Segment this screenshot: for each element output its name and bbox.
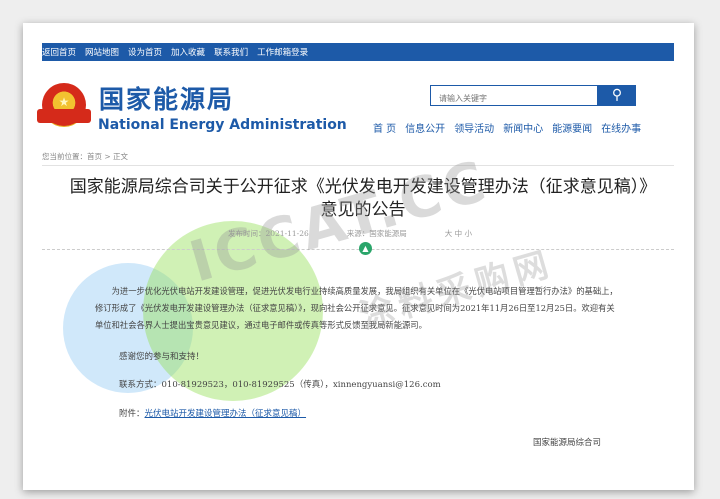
meta-divider — [42, 249, 674, 250]
nav-item-online-services[interactable]: 在线办事 — [601, 120, 641, 135]
article-body: 为进一步优化光伏电站开发建设管理，促进光伏发电行业持续高质量发展，我局组织有关单… — [95, 286, 618, 330]
search-button[interactable]: ⚲ — [598, 85, 636, 106]
chevron-up-icon[interactable]: ▲ — [359, 242, 372, 255]
topbar-link-set-homepage[interactable]: 设为首页 — [128, 46, 162, 58]
nav-item-info-disclosure[interactable]: 信息公开 — [405, 120, 445, 135]
browser-page: 返回首页 网站地图 设为首页 加入收藏 联系我们 工作邮箱登录 ★ 国家能源局 … — [23, 23, 694, 490]
article-contact: 联系方式：010-81929523，010-81929525（传真），xinne… — [119, 380, 441, 390]
search-box — [430, 85, 598, 108]
attachment-link[interactable]: 光伏电站开发建设管理办法（征求意见稿） — [145, 409, 307, 419]
emblem-ribbon — [37, 109, 91, 123]
site-logo-en: National Energy Administration — [98, 117, 347, 133]
attachment-label: 附件： — [119, 409, 145, 419]
article-meta: 发布时间：2021-11-26 来源：国家能源局 大 中 小 — [228, 228, 472, 239]
article-attachment: 附件：光伏电站开发建设管理办法（征求意见稿） — [119, 407, 306, 419]
topbar-link-favorite[interactable]: 加入收藏 — [171, 46, 205, 58]
article-date: 发布时间：2021-11-26 — [228, 229, 309, 238]
search-icon: ⚲ — [611, 87, 623, 103]
article-signature: 国家能源局综合司 — [533, 438, 602, 448]
topbar-link-contact[interactable]: 联系我们 — [214, 46, 248, 58]
topbar-link-home[interactable]: 返回首页 — [42, 46, 76, 58]
emblem-star-icon: ★ — [58, 95, 70, 109]
nav-item-news[interactable]: 新闻中心 — [503, 120, 543, 135]
article-title: 国家能源局综合司关于公开征求《光伏发电开发建设管理办法（征求意见稿）》意见的公告 — [69, 177, 657, 220]
breadcrumb: 您当前位置：首页 > 正文 — [42, 151, 674, 166]
nav-item-leadership[interactable]: 领导活动 — [454, 120, 494, 135]
search-input[interactable] — [431, 89, 589, 108]
site-logo-cn[interactable]: 国家能源局 — [99, 80, 234, 116]
article-thanks: 感谢您的参与和支持！ — [119, 352, 205, 362]
topbar-link-mail-login[interactable]: 工作邮箱登录 — [257, 46, 308, 58]
font-size-switch[interactable]: 大 中 小 — [445, 228, 472, 239]
main-nav: 首 页 信息公开 领导活动 新闻中心 能源要闻 在线办事 — [373, 120, 641, 135]
nav-item-energy-news[interactable]: 能源要闻 — [552, 120, 592, 135]
article-source: 来源：国家能源局 — [346, 229, 407, 238]
top-link-bar: 返回首页 网站地图 设为首页 加入收藏 联系我们 工作邮箱登录 — [42, 43, 674, 61]
nav-item-home[interactable]: 首 页 — [373, 120, 396, 135]
topbar-link-sitemap[interactable]: 网站地图 — [85, 46, 119, 58]
